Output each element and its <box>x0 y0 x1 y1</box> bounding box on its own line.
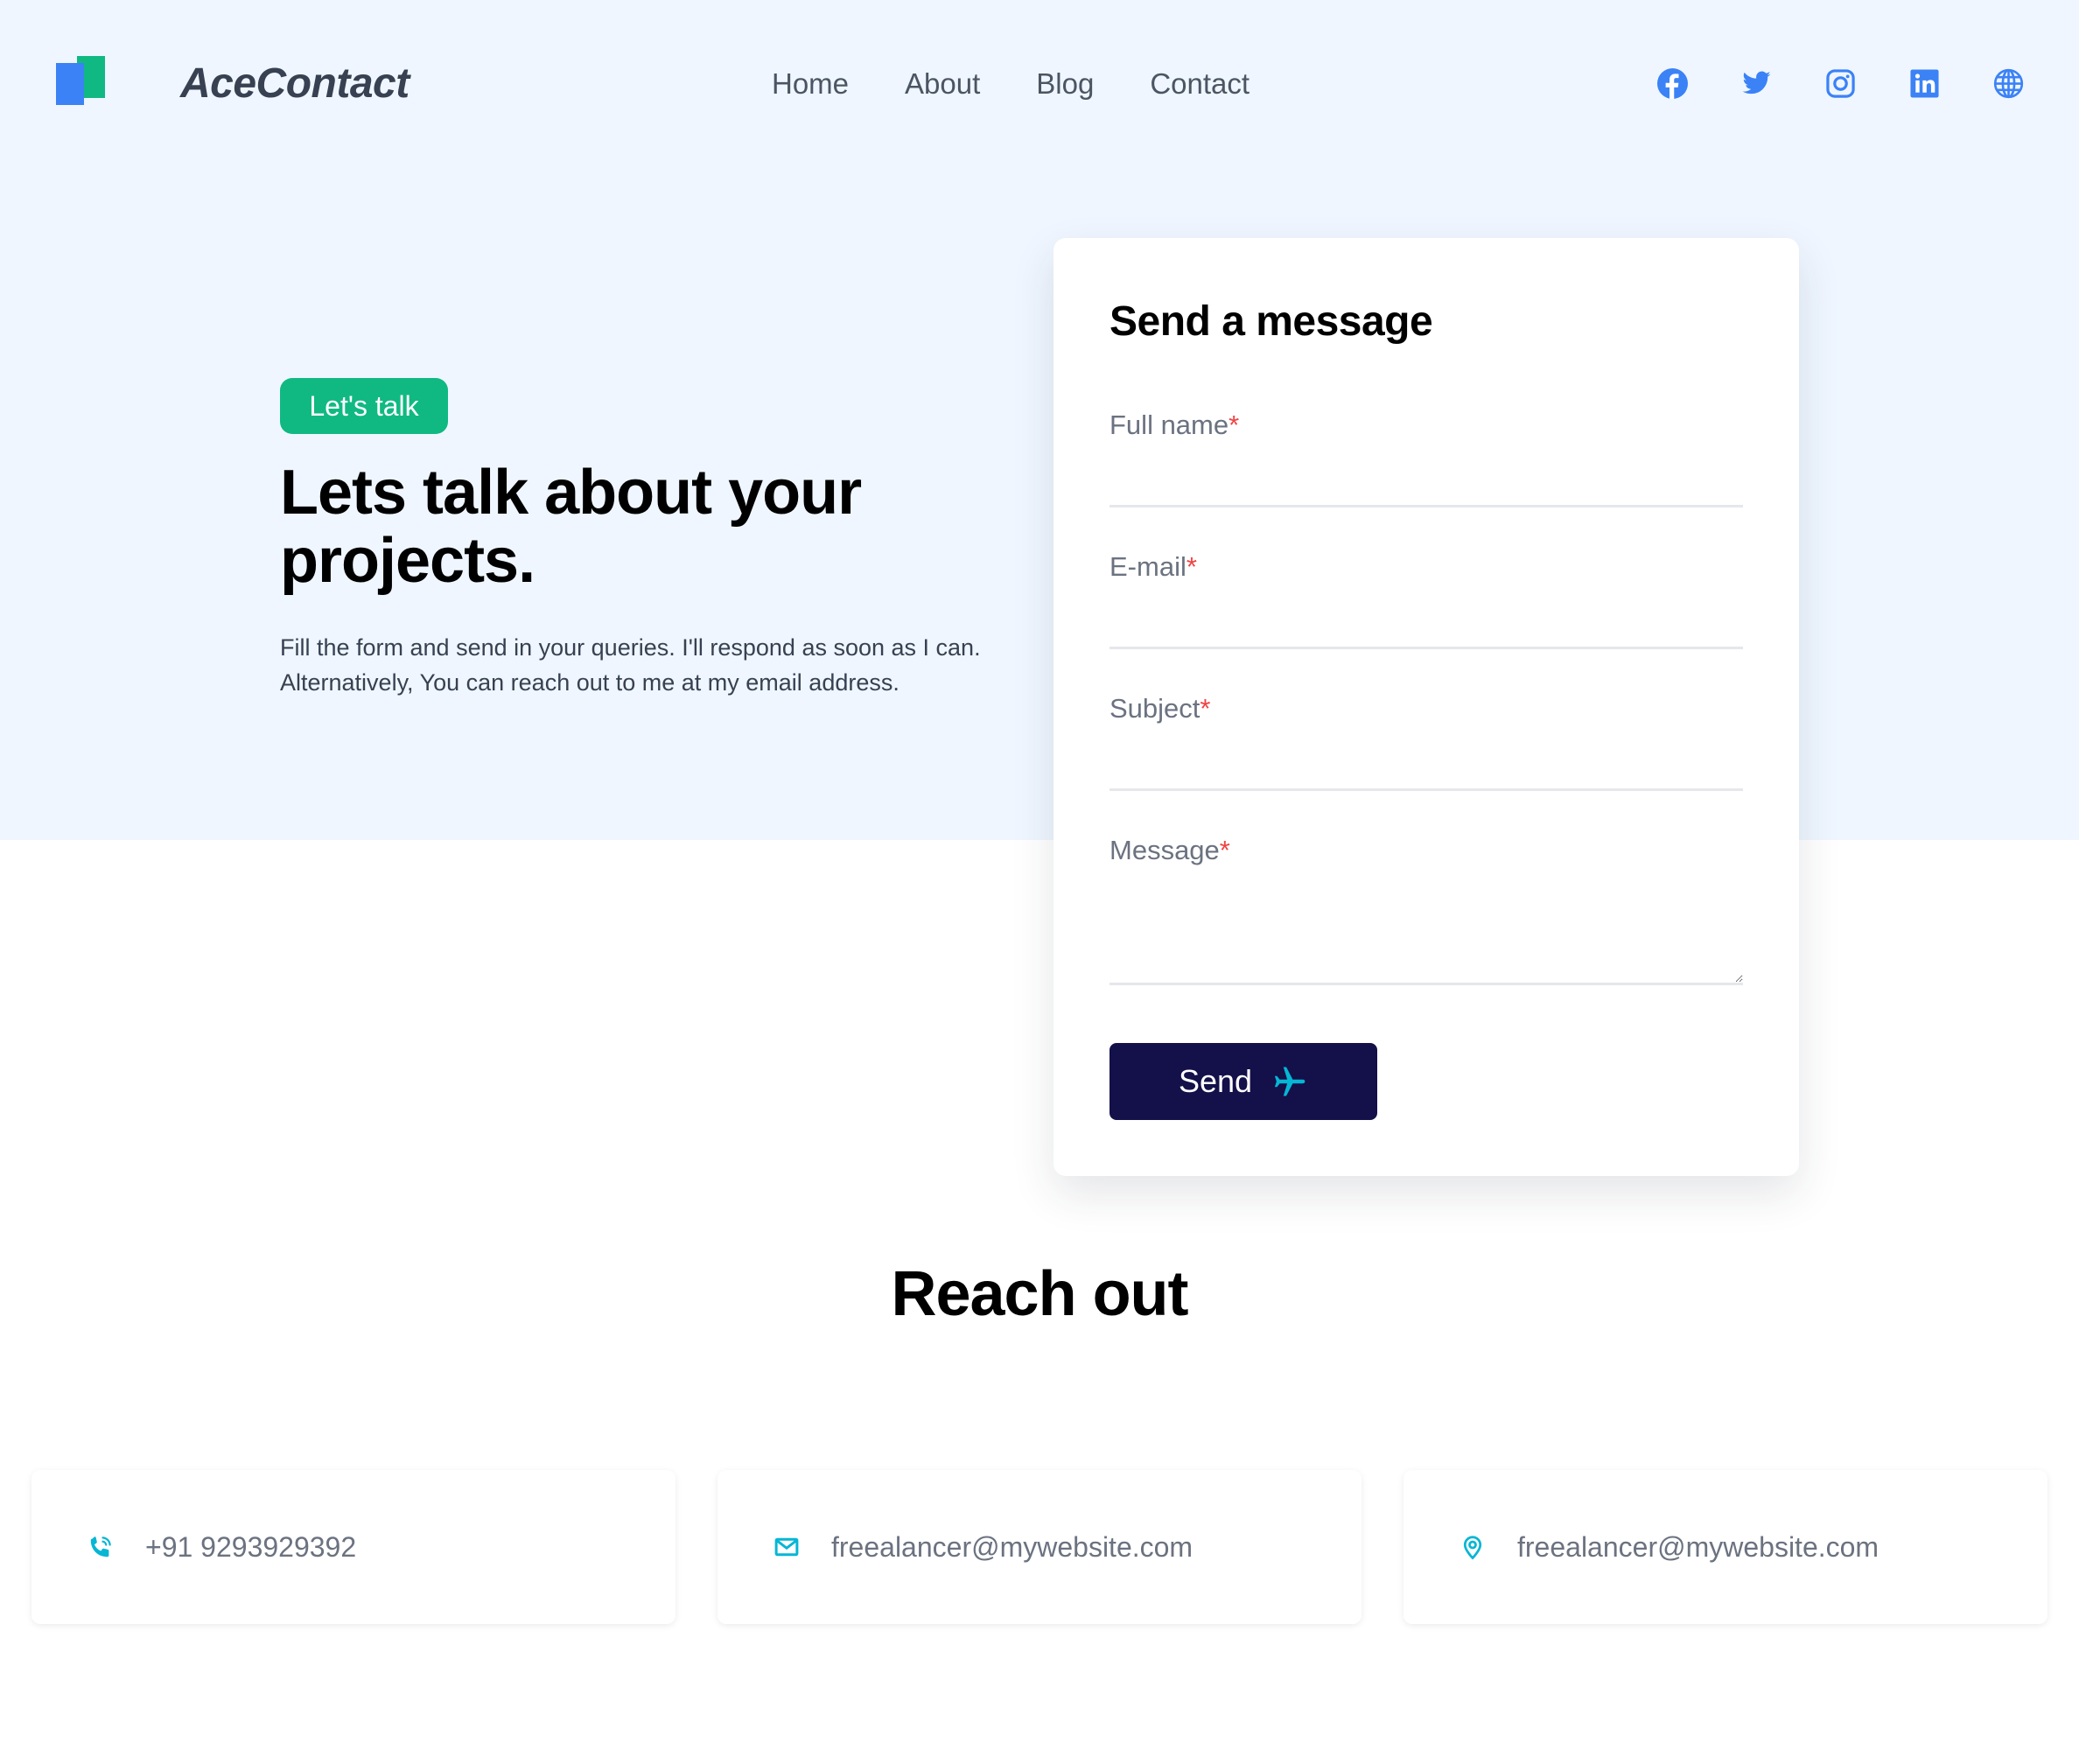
airplane-icon <box>1274 1067 1306 1096</box>
phone-card[interactable]: +91 9293929392 <box>32 1470 676 1624</box>
contact-form-card: Send a message Full name* E-mail* Subjec… <box>1054 238 1799 1176</box>
required-mark: * <box>1219 835 1230 865</box>
social-links <box>1657 68 2024 99</box>
required-mark: * <box>1200 693 1211 724</box>
email-card[interactable]: freealancer@mywebsite.com <box>718 1470 1362 1624</box>
location-pin-icon <box>1463 1536 1482 1560</box>
send-button[interactable]: Send <box>1110 1043 1377 1120</box>
nav-blog[interactable]: Blog <box>1036 63 1094 105</box>
website-link[interactable] <box>1993 68 2024 99</box>
brand-name: AceContact <box>180 60 410 107</box>
full-name-label: Full name* <box>1110 410 1240 440</box>
subject-field: Subject* <box>1110 693 1743 791</box>
email-field: E-mail* <box>1110 551 1743 649</box>
facebook-link[interactable] <box>1657 68 1688 99</box>
location-card[interactable]: freealancer@mywebsite.com <box>1404 1470 2048 1624</box>
required-mark: * <box>1186 551 1197 582</box>
full-name-input[interactable] <box>1110 441 1743 508</box>
nav-about[interactable]: About <box>905 63 980 105</box>
facebook-icon <box>1657 68 1688 99</box>
subject-input[interactable] <box>1110 724 1743 791</box>
lets-talk-badge: Let's talk <box>280 378 448 434</box>
linkedin-icon <box>1910 69 1939 98</box>
mail-icon <box>774 1537 799 1557</box>
message-textarea[interactable] <box>1110 866 1743 985</box>
send-button-label: Send <box>1178 1063 1253 1099</box>
location-text: freealancer@mywebsite.com <box>1517 1530 1880 1563</box>
subject-label: Subject* <box>1110 693 1211 724</box>
phone-number: +91 9293929392 <box>145 1530 357 1563</box>
phone-icon <box>90 1536 111 1558</box>
instagram-icon <box>1826 69 1855 98</box>
message-field: Message* <box>1110 835 1743 985</box>
email-input[interactable] <box>1110 583 1743 649</box>
globe-icon <box>1993 68 2024 99</box>
logo-mark-icon <box>56 56 105 105</box>
hero-title: Lets talk about your projects. <box>280 458 862 596</box>
message-label: Message* <box>1110 835 1230 865</box>
nav-contact[interactable]: Contact <box>1150 63 1250 105</box>
instagram-link[interactable] <box>1825 68 1856 99</box>
reach-out-title: Reach out <box>891 1259 1188 1329</box>
email-address: freealancer@mywebsite.com <box>831 1530 1194 1563</box>
email-label: E-mail* <box>1110 551 1197 582</box>
hero-description: Fill the form and send in your queries. … <box>280 634 981 696</box>
main-nav: Home About Blog Contact <box>772 63 1250 105</box>
nav-home[interactable]: Home <box>772 63 849 105</box>
full-name-field: Full name* <box>1110 410 1743 508</box>
logo[interactable]: AceContact <box>56 56 410 107</box>
twitter-icon <box>1742 71 1771 94</box>
linkedin-link[interactable] <box>1909 68 1940 99</box>
twitter-link[interactable] <box>1741 68 1772 99</box>
required-mark: * <box>1228 410 1240 440</box>
form-title: Send a message <box>1110 298 1433 345</box>
